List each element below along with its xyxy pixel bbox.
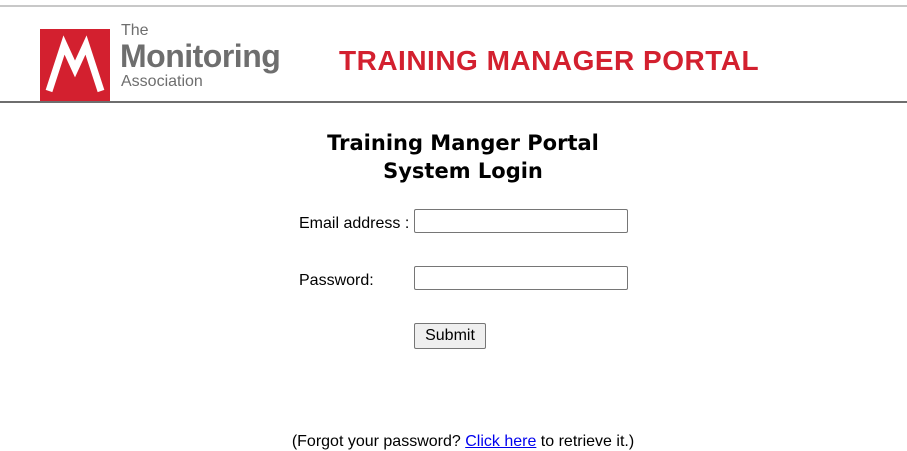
password-field[interactable] [414, 266, 628, 290]
portal-title: TRAINING MANAGER PORTAL [339, 45, 760, 76]
forgot-password-suffix: to retrieve it.) [536, 433, 635, 450]
logo-text-association: Association [121, 73, 203, 90]
top-divider [0, 5, 907, 7]
login-heading: Training Manger Portal System Login [0, 129, 907, 185]
password-label: Password: [299, 272, 374, 289]
login-heading-title: Training Manger Portal [327, 131, 599, 155]
forgot-password-prefix: (Forgot your password? [291, 433, 466, 450]
email-label: Email address : [299, 215, 410, 232]
forgot-password-link[interactable]: Click here [465, 433, 536, 450]
forgot-password-line: (Forgot your password? Click here to ret… [0, 433, 907, 451]
monitoring-association-logo-icon [40, 29, 110, 101]
header-divider [0, 101, 907, 103]
login-heading-subtitle: System Login [383, 159, 543, 183]
logo-text-monitoring: Monitoring [120, 38, 281, 74]
site-header: The Monitoring Association TRAINING MANA… [0, 14, 907, 101]
submit-button[interactable]: Submit [414, 323, 486, 349]
logo-text-the: The [121, 22, 149, 39]
email-field[interactable] [414, 209, 628, 233]
